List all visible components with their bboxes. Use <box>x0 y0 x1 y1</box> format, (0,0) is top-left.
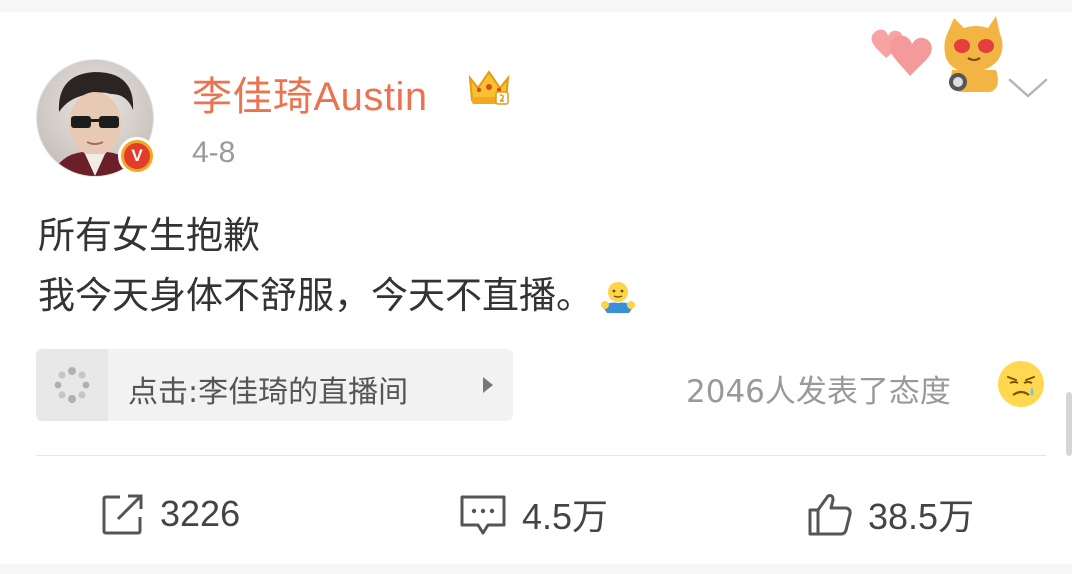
crown-icon[interactable] <box>466 66 512 108</box>
avatar[interactable]: V <box>36 59 156 177</box>
like-count: 38.5万 <box>868 496 975 537</box>
live-room-link[interactable]: 点击:李佳琦的直播间 <box>36 349 513 421</box>
thumbs-up-icon <box>808 494 852 536</box>
live-room-label: 点击:李佳琦的直播间 <box>128 375 409 410</box>
comment-button[interactable]: 4.5万 <box>458 484 608 544</box>
chevron-down-icon[interactable] <box>1006 74 1050 102</box>
repost-count: 3226 <box>160 493 241 534</box>
post-content-line-1: 所有女生抱歉 <box>38 214 260 257</box>
bottom-divider-strip <box>0 564 1072 574</box>
username[interactable]: 李佳琦Austin <box>192 64 428 122</box>
like-button[interactable]: 38.5万 <box>806 484 974 544</box>
post-content: 所有女生抱歉 我今天身体不舒服，今天不直播。 <box>38 206 1038 326</box>
action-divider <box>36 455 1046 456</box>
sad-face-emoji-icon[interactable] <box>996 359 1046 409</box>
hug-emoji-icon <box>601 281 635 313</box>
post-content-line-2: 我今天身体不舒服，今天不直播。 <box>38 266 1038 326</box>
cat-hearts-sticker-icon <box>871 16 1003 92</box>
post-time: 4-8 <box>192 136 236 169</box>
repost-icon <box>102 494 143 535</box>
play-arrow-icon <box>483 377 493 393</box>
attitude-count[interactable]: 2046人发表了态度 <box>686 366 951 411</box>
post-content-line-2-text: 我今天身体不舒服，今天不直播。 <box>38 274 593 317</box>
live-loading-icon <box>36 349 108 421</box>
verified-badge-icon: V <box>118 137 156 175</box>
comment-icon <box>460 495 506 535</box>
top-divider-strip <box>0 0 1072 12</box>
verified-badge-label: V <box>124 143 150 169</box>
weibo-post-card: V 李佳琦Austin 4-8 所有女生抱歉 我今天身体不舒服，今天不直播。 点… <box>0 0 1072 574</box>
repost-button[interactable]: 3226 <box>100 484 240 544</box>
scrollbar[interactable] <box>1066 392 1072 456</box>
comment-count: 4.5万 <box>522 496 609 537</box>
